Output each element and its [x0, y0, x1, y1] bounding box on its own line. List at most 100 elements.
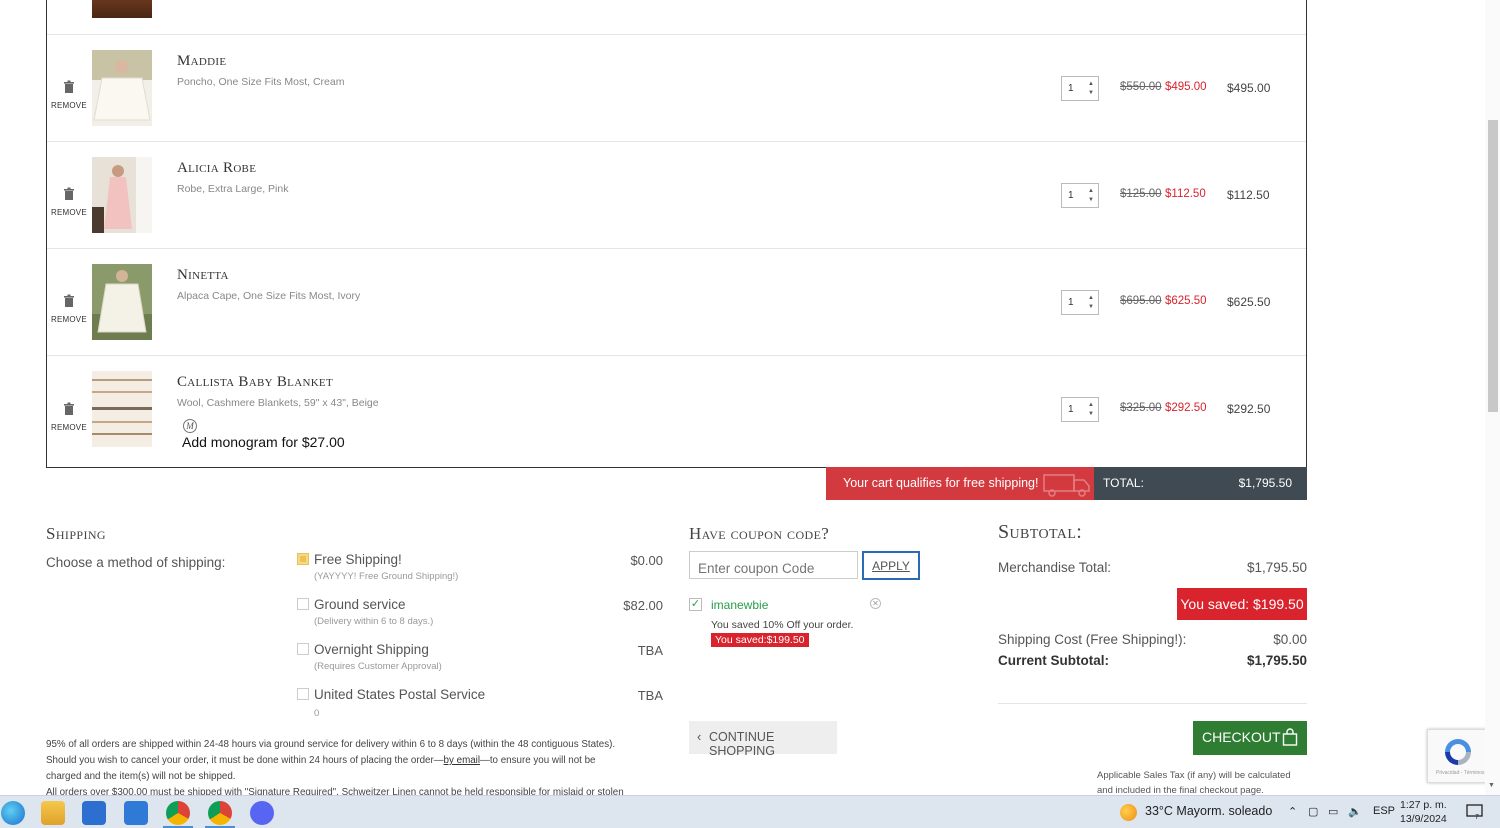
shipping-option-detail: (YAYYYY! Free Ground Shipping!)	[314, 571, 459, 582]
original-price: $550.00	[1120, 81, 1162, 93]
product-description: Poncho, One Size Fits Most, Cream	[177, 76, 345, 88]
trash-icon[interactable]	[62, 187, 76, 201]
chrome-icon[interactable]	[208, 801, 232, 825]
free-shipping-text: Your cart qualifies for free shipping!	[843, 476, 1039, 490]
product-image-ninetta[interactable]	[92, 264, 152, 340]
shipping-checkbox[interactable]	[297, 553, 309, 565]
product-image-maddie[interactable]	[92, 50, 152, 126]
line-total: $625.50	[1227, 295, 1271, 309]
free-shipping-banner: Your cart qualifies for free shipping!	[826, 467, 1094, 500]
notification-count: 7	[1475, 814, 1479, 820]
quantity-stepper[interactable]: 1 ▲ ▼	[1061, 76, 1099, 101]
shipping-option-detail: (Requires Customer Approval)	[314, 661, 442, 672]
notification-icon[interactable]: 7	[1466, 803, 1483, 820]
trash-icon[interactable]	[62, 402, 76, 416]
sale-price: $112.50	[1165, 188, 1206, 200]
quantity-value[interactable]: 1	[1068, 83, 1074, 94]
shipping-option-name[interactable]: United States Postal Service	[314, 687, 485, 702]
clock-date: 13/9/2024	[1400, 813, 1447, 825]
remove-button[interactable]: REMOVE	[51, 208, 87, 217]
vertical-scrollbar[interactable]: ▼	[1485, 0, 1500, 795]
shipping-checkbox[interactable]	[297, 688, 309, 700]
increment-icon[interactable]: ▲	[1088, 188, 1094, 194]
quantity-value[interactable]: 1	[1068, 297, 1074, 308]
shipping-option-free[interactable]: Free Shipping! (YAYYYY! Free Ground Ship…	[297, 552, 667, 592]
quantity-stepper[interactable]: 1 ▲ ▼	[1061, 183, 1099, 208]
cart-row: REMOVE Ninetta Alpaca Cape, One Size Fit…	[47, 248, 1306, 355]
coupon-code-input[interactable]	[689, 551, 858, 579]
trash-icon[interactable]	[62, 294, 76, 308]
weather-icon[interactable]	[1120, 804, 1137, 821]
remove-coupon-icon[interactable]: ✕	[870, 598, 881, 609]
shipping-option-usps[interactable]: United States Postal Service 0 TBA	[297, 687, 667, 727]
system-clock[interactable]: 1:27 p. m. 13/9/2024	[1400, 798, 1447, 826]
chevron-up-icon[interactable]: ⌃	[1288, 805, 1297, 818]
increment-icon[interactable]: ▲	[1088, 295, 1094, 301]
shipping-option-name[interactable]: Free Shipping!	[314, 552, 402, 567]
original-price: $325.00	[1120, 402, 1162, 414]
remove-button[interactable]: REMOVE	[51, 423, 87, 432]
language-indicator[interactable]: ESP	[1373, 805, 1395, 817]
recaptcha-badge[interactable]: Privacidad - Términos	[1427, 729, 1487, 783]
apply-coupon-button[interactable]: APPLY	[862, 551, 920, 580]
cart-row: REMOVE Maddie Poncho, One Size Fits Most…	[47, 34, 1306, 141]
shopping-bag-icon	[1282, 728, 1298, 746]
shipping-option-ground[interactable]: Ground service (Delivery within 6 to 8 d…	[297, 597, 667, 637]
shipping-cost-row: Shipping Cost (Free Shipping!): $0.00	[998, 632, 1307, 647]
sale-price: $495.00	[1165, 81, 1207, 93]
policy-text: Should you wish to cancel your order, it…	[46, 755, 444, 766]
remove-label[interactable]: REMOVE	[52, 0, 87, 1]
weather-text[interactable]: 33°C Mayorm. soleado	[1145, 804, 1272, 818]
product-image-callista-baby-blanket[interactable]	[92, 371, 152, 447]
network-icon[interactable]: ▭	[1328, 805, 1338, 818]
product-thumbnail[interactable]	[92, 0, 152, 18]
quantity-stepper[interactable]: 1 ▲ ▼	[1061, 397, 1099, 422]
checkmark-icon[interactable]: ✓	[689, 598, 702, 611]
continue-shopping-button[interactable]: ‹ CONTINUE SHOPPING	[689, 721, 837, 758]
shipping-option-name[interactable]: Ground service	[314, 597, 406, 612]
decrement-icon[interactable]: ▼	[1088, 411, 1094, 417]
file-explorer-icon[interactable]	[41, 801, 65, 825]
quantity-stepper[interactable]: 1 ▲ ▼	[1061, 290, 1099, 315]
decrement-icon[interactable]: ▼	[1088, 90, 1094, 96]
cart-row: REMOVE Alicia Robe Robe, Extra Large, Pi…	[47, 141, 1306, 248]
edge-icon[interactable]	[1, 801, 25, 825]
quantity-value[interactable]: 1	[1068, 190, 1074, 201]
quantity-value[interactable]: 1	[1068, 404, 1074, 415]
remove-button[interactable]: REMOVE	[51, 101, 87, 110]
trash-icon[interactable]	[62, 80, 76, 94]
coupon-saved-badge: You saved:$199.50	[711, 633, 809, 647]
shipping-title: Shipping	[46, 524, 106, 543]
product-name[interactable]: Alicia Robe	[177, 160, 256, 177]
decrement-icon[interactable]: ▼	[1088, 197, 1094, 203]
increment-icon[interactable]: ▲	[1088, 81, 1094, 87]
shipping-checkbox[interactable]	[297, 643, 309, 655]
cart-items-table: REMOVE REMOVE Maddie Poncho, One Size Fi…	[46, 0, 1307, 468]
decrement-icon[interactable]: ▼	[1088, 304, 1094, 310]
remove-button[interactable]: REMOVE	[51, 315, 87, 324]
shipping-option-name[interactable]: Overnight Shipping	[314, 642, 429, 657]
scroll-down-icon[interactable]: ▼	[1488, 782, 1495, 789]
discord-icon[interactable]	[250, 801, 274, 825]
store-icon[interactable]	[82, 801, 106, 825]
mail-icon[interactable]	[124, 801, 148, 825]
shipping-checkbox[interactable]	[297, 598, 309, 610]
add-monogram-link[interactable]: Add monogram for $27.00	[182, 434, 345, 450]
product-image-alicia-robe[interactable]	[92, 157, 152, 233]
line-total: $292.50	[1227, 402, 1271, 416]
increment-icon[interactable]: ▲	[1088, 402, 1094, 408]
shipping-option-overnight[interactable]: Overnight Shipping (Requires Customer Ap…	[297, 642, 667, 682]
meet-now-icon[interactable]: ▢	[1308, 805, 1318, 818]
email-link[interactable]: by email	[444, 755, 480, 766]
monogram-icon[interactable]: M	[183, 419, 197, 433]
chrome-icon[interactable]	[166, 801, 190, 825]
truck-icon	[1043, 474, 1090, 497]
scrollbar-thumb[interactable]	[1488, 120, 1498, 412]
product-name[interactable]: Maddie	[177, 53, 226, 70]
product-name[interactable]: Callista Baby Blanket	[177, 374, 333, 391]
product-name[interactable]: Ninetta	[177, 267, 229, 284]
checkout-button[interactable]: CHECKOUT	[1193, 721, 1307, 755]
volume-icon[interactable]: 🔈	[1348, 805, 1362, 818]
policy-text: —to ensure you will not be	[480, 755, 596, 766]
recaptcha-terms[interactable]: Privacidad - Términos	[1436, 770, 1485, 776]
